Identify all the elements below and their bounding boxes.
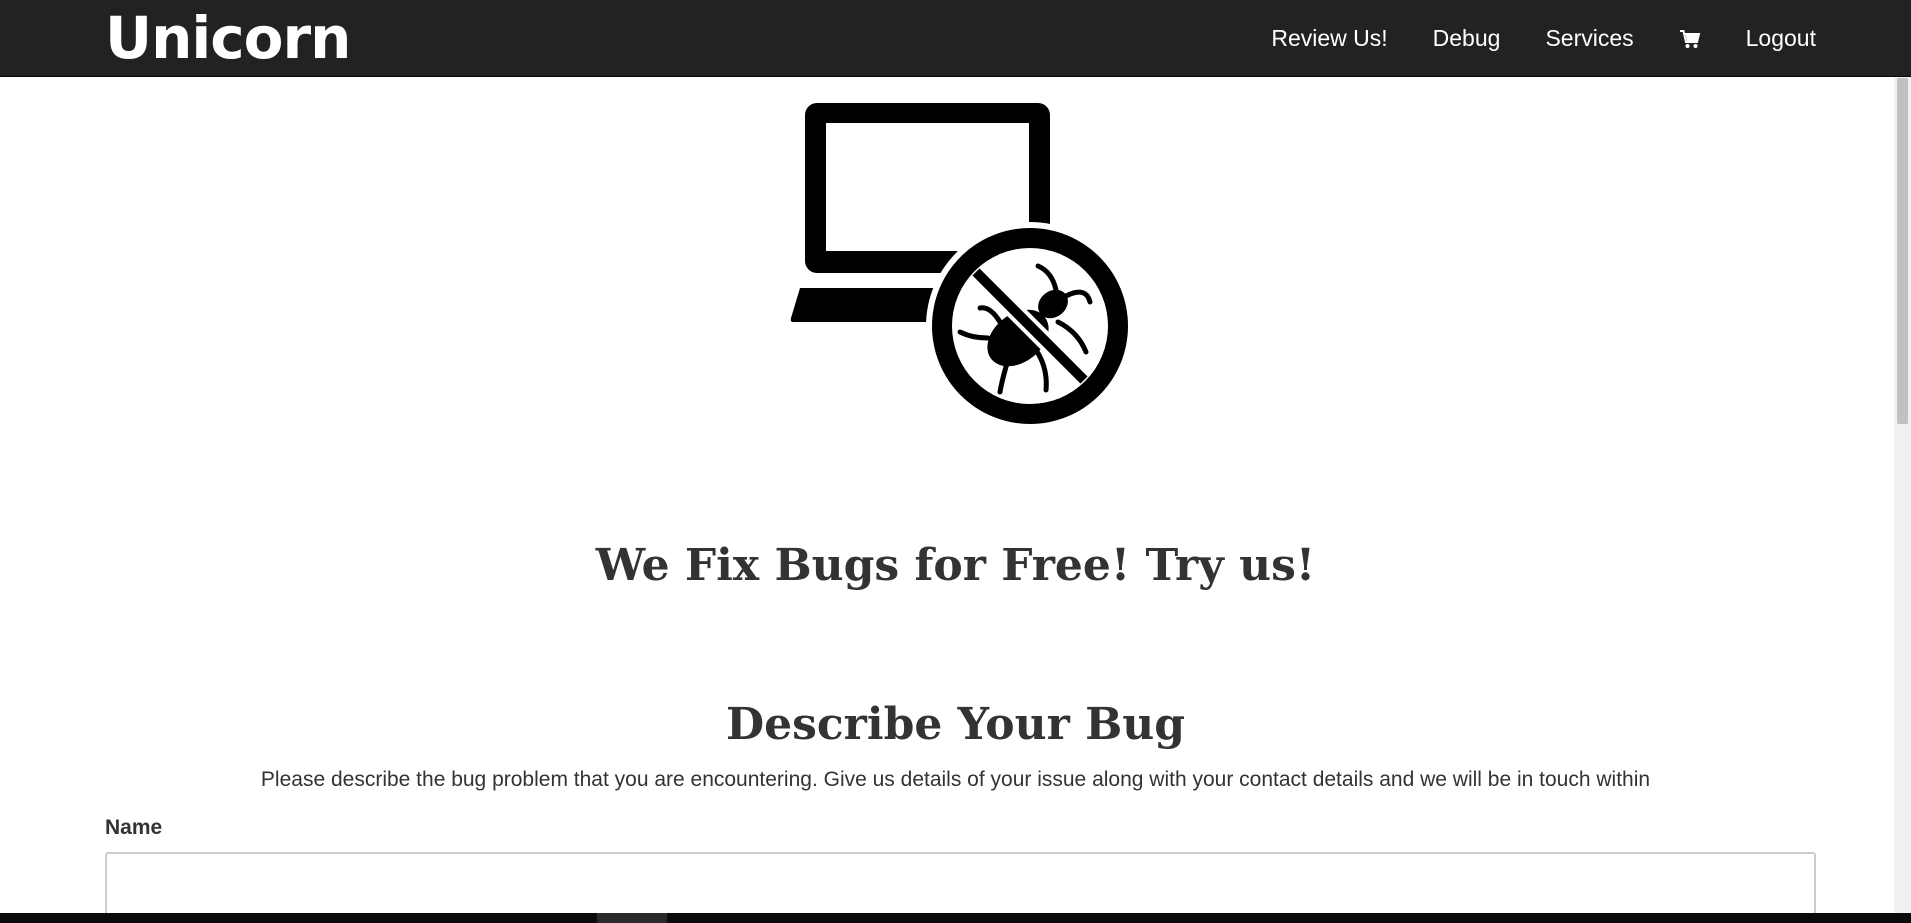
horizontal-scrollbar[interactable] xyxy=(0,913,1911,923)
brand-logo[interactable]: Unicorn xyxy=(105,4,351,72)
vertical-scrollbar-thumb[interactable] xyxy=(1897,78,1908,424)
name-input[interactable] xyxy=(105,852,1816,922)
nav-link-debug[interactable]: Debug xyxy=(1433,25,1501,52)
hero-headline: We Fix Bugs for Free! Try us! xyxy=(595,540,1316,591)
name-field-label: Name xyxy=(105,816,163,839)
shopping-cart-icon xyxy=(1679,29,1700,48)
top-navbar: Unicorn Review Us! Debug Services Logout xyxy=(0,0,1911,77)
nav-link-review[interactable]: Review Us! xyxy=(1271,25,1387,52)
bug-form-intro: Please describe the bug problem that you… xyxy=(260,768,1651,791)
nav-link-services[interactable]: Services xyxy=(1545,25,1633,52)
horizontal-scrollbar-thumb[interactable] xyxy=(597,913,667,923)
laptop-no-bugs-icon xyxy=(790,103,1130,430)
nav-link-logout[interactable]: Logout xyxy=(1746,25,1816,52)
cart-link[interactable] xyxy=(1679,28,1701,50)
nav-links: Review Us! Debug Services Logout xyxy=(1226,0,1816,77)
bug-form-title: Describe Your Bug xyxy=(725,699,1186,750)
